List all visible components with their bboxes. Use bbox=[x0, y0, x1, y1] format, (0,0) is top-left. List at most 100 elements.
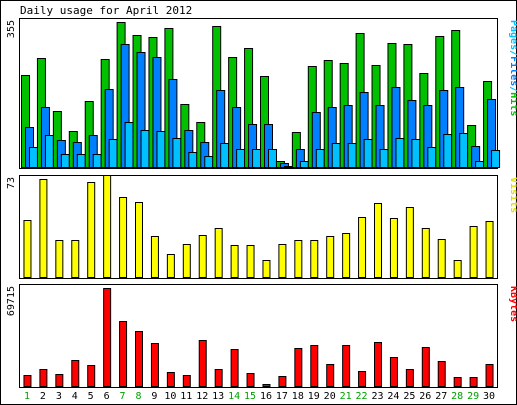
panel-pages-max-label: 355 bbox=[6, 20, 17, 38]
bar-pages-day-20 bbox=[331, 143, 341, 168]
day-label-15: 15 bbox=[244, 391, 256, 402]
bar-pages-day-28 bbox=[459, 133, 469, 168]
bar-visits-day-6 bbox=[103, 175, 112, 278]
bar-visits-day-18 bbox=[294, 240, 303, 278]
panel-kbytes-max-label: 69715 bbox=[6, 286, 17, 316]
bar-visits-day-2 bbox=[39, 179, 48, 278]
bar-kbytes-day-7 bbox=[119, 321, 128, 387]
bar-pages-day-22 bbox=[363, 139, 373, 168]
bar-pages-day-13 bbox=[220, 143, 230, 168]
bar-kbytes-day-22 bbox=[358, 371, 367, 387]
bar-pages-day-4 bbox=[76, 154, 86, 168]
bar-kbytes-day-10 bbox=[166, 372, 175, 387]
bar-kbytes-day-23 bbox=[374, 342, 382, 387]
bar-pages-day-25 bbox=[411, 139, 421, 168]
bar-pages-day-30 bbox=[491, 150, 501, 168]
bar-pages-day-21 bbox=[347, 143, 357, 168]
bar-visits-day-19 bbox=[310, 240, 319, 278]
day-label-3: 3 bbox=[56, 391, 62, 402]
bar-visits-day-21 bbox=[342, 233, 351, 278]
bar-visits-day-24 bbox=[389, 218, 398, 278]
bar-pages-day-18 bbox=[299, 161, 309, 168]
bar-kbytes-day-4 bbox=[71, 360, 80, 387]
bar-visits-day-8 bbox=[135, 202, 143, 278]
bar-pages-day-29 bbox=[475, 161, 485, 168]
day-label-5: 5 bbox=[88, 391, 94, 402]
day-label-4: 4 bbox=[72, 391, 78, 402]
bar-pages-day-14 bbox=[236, 149, 246, 168]
day-label-7: 7 bbox=[120, 391, 126, 402]
bar-pages-day-12 bbox=[204, 156, 214, 168]
bar-pages-day-7 bbox=[124, 122, 134, 168]
legend-entry: Files bbox=[508, 56, 517, 86]
bar-pages-day-9 bbox=[156, 131, 166, 168]
bar-visits-day-29 bbox=[469, 226, 478, 278]
day-label-13: 13 bbox=[212, 391, 224, 402]
day-label-30: 30 bbox=[483, 391, 495, 402]
bar-visits-day-13 bbox=[214, 228, 223, 278]
bar-kbytes-day-24 bbox=[389, 357, 398, 387]
bar-visits-day-16 bbox=[262, 260, 271, 278]
day-label-21: 21 bbox=[340, 391, 352, 402]
day-label-10: 10 bbox=[164, 391, 176, 402]
bar-kbytes-day-2 bbox=[39, 369, 48, 387]
bar-kbytes-day-11 bbox=[182, 375, 191, 387]
bar-kbytes-day-18 bbox=[294, 348, 303, 387]
bar-visits-day-4 bbox=[71, 240, 80, 278]
bar-kbytes-day-28 bbox=[453, 377, 462, 387]
day-label-14: 14 bbox=[228, 391, 240, 402]
day-label-26: 26 bbox=[419, 391, 431, 402]
bar-kbytes-day-30 bbox=[485, 364, 494, 387]
legend-entry: Pages bbox=[508, 20, 517, 50]
bar-pages-day-17 bbox=[283, 166, 293, 168]
usage-chart-frame: Daily usage for April 2012355 Pages/Files… bbox=[0, 0, 517, 405]
bar-pages-day-2 bbox=[44, 135, 54, 168]
day-label-12: 12 bbox=[196, 391, 208, 402]
bar-visits-day-10 bbox=[166, 254, 175, 278]
panel-visits-max-label: 73 bbox=[6, 177, 17, 189]
bar-kbytes-day-25 bbox=[405, 369, 414, 387]
bar-visits-day-14 bbox=[230, 245, 239, 278]
bar-kbytes-day-20 bbox=[326, 364, 335, 387]
bar-pages-day-27 bbox=[443, 134, 453, 168]
bar-kbytes-day-14 bbox=[230, 349, 239, 387]
day-label-9: 9 bbox=[151, 391, 157, 402]
day-label-19: 19 bbox=[308, 391, 320, 402]
day-label-28: 28 bbox=[451, 391, 463, 402]
bar-visits-day-26 bbox=[421, 228, 430, 278]
bar-kbytes-day-29 bbox=[469, 377, 478, 387]
bar-pages-day-6 bbox=[108, 139, 118, 168]
bar-kbytes-day-1 bbox=[23, 375, 32, 387]
bar-kbytes-day-16 bbox=[262, 384, 271, 387]
day-label-24: 24 bbox=[387, 391, 399, 402]
chart-title: Daily usage for April 2012 bbox=[20, 4, 192, 17]
bar-visits-day-20 bbox=[326, 236, 335, 278]
bar-visits-day-9 bbox=[150, 236, 159, 278]
bar-visits-day-22 bbox=[358, 217, 367, 278]
bar-pages-day-3 bbox=[60, 154, 70, 168]
bar-kbytes-day-27 bbox=[437, 361, 446, 387]
day-label-16: 16 bbox=[260, 391, 272, 402]
bar-pages-day-16 bbox=[268, 149, 277, 168]
bar-kbytes-day-6 bbox=[103, 288, 112, 387]
day-label-6: 6 bbox=[104, 391, 110, 402]
legend-entry: KBytes bbox=[508, 286, 517, 322]
bar-kbytes-day-19 bbox=[310, 345, 319, 387]
day-label-25: 25 bbox=[403, 391, 415, 402]
bar-pages-day-15 bbox=[252, 149, 262, 168]
bar-pages-day-19 bbox=[315, 149, 325, 168]
bar-pages-day-8 bbox=[140, 130, 150, 168]
day-label-1: 1 bbox=[24, 391, 30, 402]
day-label-2: 2 bbox=[40, 391, 46, 402]
bar-kbytes-day-21 bbox=[342, 345, 351, 387]
legend-entry: Hits bbox=[508, 92, 517, 116]
bar-kbytes-day-26 bbox=[421, 347, 430, 387]
bar-visits-day-5 bbox=[87, 182, 96, 278]
day-label-22: 22 bbox=[356, 391, 368, 402]
day-label-20: 20 bbox=[324, 391, 336, 402]
bar-visits-day-1 bbox=[23, 220, 32, 278]
daily-usage-chart: Daily usage for April 2012355 Pages/Files… bbox=[0, 0, 517, 405]
legend-entry: Visits bbox=[508, 177, 517, 213]
bar-visits-day-12 bbox=[198, 235, 207, 278]
bar-kbytes-day-17 bbox=[278, 376, 287, 387]
